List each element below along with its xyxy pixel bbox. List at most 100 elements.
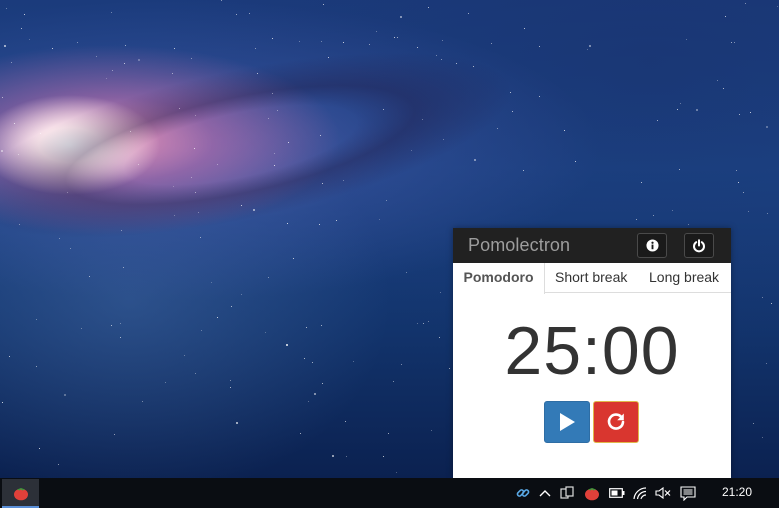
star — [9, 356, 10, 357]
info-button[interactable] — [637, 233, 667, 258]
taskbar-pomolectron-button[interactable] — [2, 479, 39, 508]
star — [428, 7, 429, 8]
star — [762, 297, 763, 298]
star — [636, 219, 637, 220]
star — [393, 381, 394, 382]
star — [473, 66, 474, 67]
tomato-icon[interactable] — [584, 485, 600, 501]
star — [300, 433, 301, 434]
star — [287, 223, 288, 224]
star — [322, 383, 323, 384]
star — [422, 119, 423, 120]
battery-icon[interactable] — [609, 485, 625, 501]
play-button[interactable] — [544, 401, 590, 443]
star — [125, 45, 126, 46]
star — [274, 153, 275, 154]
tomato-icon — [13, 487, 28, 500]
app-header: Pomolectron — [453, 228, 731, 263]
network-app-icon[interactable] — [559, 485, 575, 501]
star — [343, 180, 344, 181]
power-button[interactable] — [684, 233, 714, 258]
star — [255, 48, 256, 49]
tab-bar: Pomodoro Short break Long break — [453, 263, 731, 294]
star — [1, 150, 3, 152]
star — [343, 42, 344, 43]
volume-muted-icon[interactable] — [655, 485, 671, 501]
play-icon — [560, 413, 575, 431]
star — [211, 282, 212, 283]
star — [96, 56, 97, 57]
star — [510, 92, 511, 93]
star — [379, 219, 380, 220]
star — [4, 45, 6, 47]
star — [236, 14, 237, 15]
tab-long-break[interactable]: Long break — [639, 263, 729, 293]
reset-button[interactable] — [593, 401, 639, 443]
star — [179, 108, 180, 109]
chevron-up-icon[interactable] — [537, 485, 553, 501]
star — [319, 224, 320, 225]
tab-pomodoro[interactable]: Pomodoro — [453, 263, 545, 294]
star — [221, 0, 222, 1]
star — [14, 123, 15, 124]
app-title: Pomolectron — [468, 235, 571, 255]
star — [321, 325, 322, 326]
star — [268, 277, 269, 278]
star — [29, 39, 30, 40]
star — [106, 78, 107, 79]
notifications-icon[interactable] — [680, 485, 696, 501]
star — [587, 49, 588, 50]
star — [575, 161, 576, 162]
star — [184, 355, 185, 356]
info-icon — [645, 239, 659, 252]
star — [314, 393, 316, 395]
star — [369, 44, 370, 45]
star — [277, 110, 278, 111]
star — [589, 45, 591, 47]
power-icon — [693, 238, 705, 252]
link-icon[interactable] — [515, 485, 531, 501]
star — [272, 38, 273, 39]
star — [114, 434, 115, 435]
star — [383, 109, 384, 110]
star — [731, 42, 732, 43]
star — [653, 215, 654, 216]
star — [428, 321, 429, 322]
tab-short-break[interactable]: Short break — [545, 263, 637, 293]
star — [274, 165, 275, 166]
star — [230, 387, 231, 388]
star — [286, 344, 288, 346]
star — [299, 41, 300, 42]
star — [257, 73, 258, 74]
star — [77, 42, 78, 43]
star — [723, 88, 724, 89]
star — [328, 57, 329, 58]
star — [417, 323, 418, 324]
star — [194, 148, 195, 149]
star — [2, 97, 3, 98]
star — [138, 59, 140, 61]
star — [67, 192, 68, 193]
star — [236, 422, 238, 424]
star — [564, 130, 565, 131]
star — [766, 363, 767, 364]
star — [680, 103, 681, 104]
star — [241, 294, 242, 295]
pomolectron-window: Pomolectron Pomodoro Short break Long br… — [453, 228, 731, 478]
star — [523, 170, 524, 171]
star — [120, 323, 121, 324]
star — [123, 267, 124, 268]
star — [312, 362, 313, 363]
star — [456, 63, 457, 64]
star — [672, 210, 673, 211]
star — [539, 96, 540, 97]
star — [449, 368, 450, 369]
star — [173, 186, 174, 187]
star — [539, 46, 540, 47]
star — [52, 48, 53, 49]
star — [165, 382, 166, 383]
wifi-icon[interactable] — [632, 485, 648, 501]
star — [124, 63, 125, 64]
star — [423, 323, 424, 324]
taskbar-clock[interactable]: 21:20 — [722, 485, 752, 499]
